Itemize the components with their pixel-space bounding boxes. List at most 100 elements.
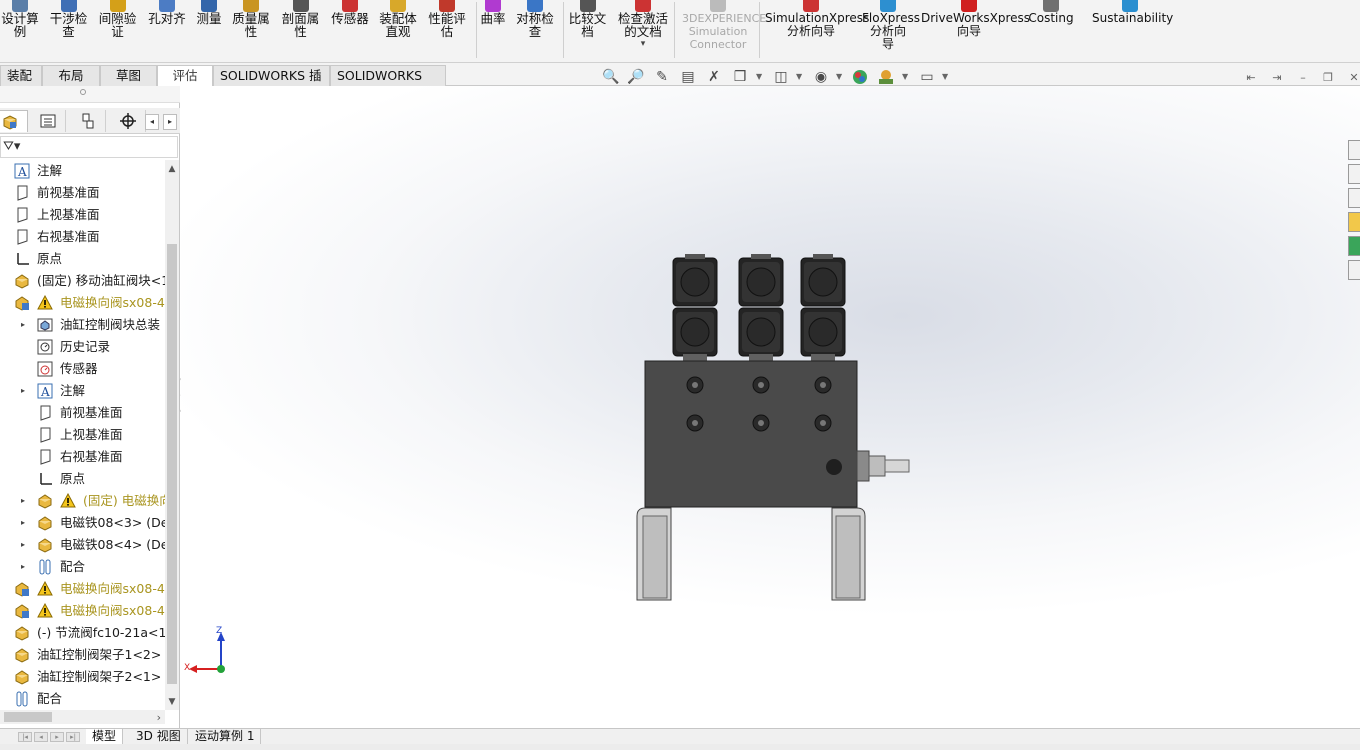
expand-arrow-icon[interactable]: ▸ <box>21 556 29 578</box>
scroll-right-icon[interactable]: › <box>157 711 161 724</box>
hide-show-dropdown-icon[interactable]: ▼ <box>836 72 842 81</box>
scroll-up-icon[interactable]: ▲ <box>167 164 177 174</box>
tree-node[interactable]: 电磁换向阀sx08-47 <box>0 292 165 314</box>
tree-node[interactable]: 右视基准面 <box>0 226 165 248</box>
tree-node[interactable]: 前视基准面 <box>0 402 165 424</box>
compare-button[interactable]: 比较文 档 <box>565 0 610 62</box>
tab-sketch[interactable]: 草图 <box>100 65 157 86</box>
view-orientation-dropdown-icon[interactable]: ▼ <box>756 72 762 81</box>
filter-icon[interactable]: ⛛▾ <box>3 139 20 154</box>
assembly-model[interactable] <box>181 86 1360 728</box>
tree-node[interactable]: 配合 <box>0 688 165 710</box>
sensor-button[interactable]: 传感器 <box>327 0 373 62</box>
tab-solidworks-addins[interactable]: SOLIDWORKS 插件 <box>213 65 330 103</box>
mounting-brackets[interactable] <box>636 507 866 601</box>
check-active-dropdown-icon[interactable]: ▾ <box>614 38 672 51</box>
apply-scene-dropdown-icon[interactable]: ▼ <box>902 72 908 81</box>
symmetry-button[interactable]: 对称检 查 <box>513 0 557 62</box>
window-restore-icon[interactable]: ❐ <box>1322 72 1334 84</box>
expand-arrow-icon[interactable]: ▸ <box>21 314 29 336</box>
asm-visual-button[interactable]: 装配体 直观 <box>376 0 420 62</box>
next-tab-icon[interactable]: ▸ <box>50 732 64 742</box>
expand-arrow-icon[interactable]: ▸ <box>21 490 29 512</box>
tree-node[interactable]: 历史记录 <box>0 336 165 358</box>
tab-assembly[interactable]: 装配体 <box>0 65 42 103</box>
floxpress-button[interactable]: FloXpress 分析向 导 <box>862 0 920 62</box>
measure-button[interactable]: 测量 <box>193 0 225 62</box>
mass-props-button[interactable]: 质量属 性 <box>228 0 274 62</box>
section-props-button[interactable]: 剖面属 性 <box>278 0 323 62</box>
window-close-icon[interactable]: ✕ <box>1348 72 1360 84</box>
costing-button[interactable]: Costing <box>1027 0 1075 62</box>
tree-node[interactable]: ▸ 油缸控制阀块总装 中 <box>0 314 165 336</box>
property-manager-icon[interactable] <box>30 110 66 132</box>
task-pane-resources-icon[interactable] <box>1348 164 1360 184</box>
solenoid-coils[interactable] <box>672 254 846 362</box>
scroll-down-icon[interactable]: ▼ <box>167 697 177 707</box>
task-pane-appearances-icon[interactable] <box>1348 236 1360 256</box>
section-view-icon[interactable]: ▤ <box>679 68 697 86</box>
tree-node[interactable]: ▸ 电磁铁08<4> (Def <box>0 534 165 556</box>
tree-node[interactable]: 原点 <box>0 468 165 490</box>
window-tile-right-icon[interactable]: ⇥ <box>1271 72 1283 84</box>
zoom-to-fit-icon[interactable]: 🔍 <box>602 68 620 86</box>
tree-node[interactable]: ▸ A 注解 <box>0 380 165 402</box>
tree-node[interactable]: ▸ 电磁铁08<3> (Def <box>0 512 165 534</box>
tab-evaluate[interactable]: 评估 <box>157 65 213 86</box>
throttle-valve-fitting[interactable] <box>856 450 910 482</box>
perf-eval-button[interactable]: 性能评 估 <box>425 0 469 62</box>
tab-model[interactable]: 模型 <box>86 729 124 745</box>
last-tab-icon[interactable]: ▸| <box>66 732 80 742</box>
clearance-button[interactable]: 间隙验 证 <box>95 0 140 62</box>
task-pane-custom-properties-icon[interactable] <box>1348 260 1360 280</box>
tree-horizontal-scrollbar[interactable]: › <box>0 710 165 724</box>
view-settings-dropdown-icon[interactable]: ▼ <box>942 72 948 81</box>
tree-node[interactable]: 电磁换向阀sx08-47 <box>0 578 165 600</box>
tab-motion-study[interactable]: 运动算例 1 <box>189 729 262 745</box>
previous-view-icon[interactable]: ✎ <box>653 68 671 86</box>
prev-tab-icon[interactable]: ◂ <box>34 732 48 742</box>
tree-node[interactable]: 右视基准面 <box>0 446 165 468</box>
first-tab-icon[interactable]: |◂ <box>18 732 32 742</box>
display-style-icon[interactable]: ◫ <box>772 68 790 86</box>
task-pane-library-icon[interactable] <box>1348 188 1360 208</box>
graphics-area[interactable]: Z X <box>181 86 1360 728</box>
tabs-scroll-left-icon[interactable]: ◂ <box>145 114 159 130</box>
check-active-button[interactable]: 检查激活 的文档 ▾ <box>614 0 672 62</box>
window-tile-left-icon[interactable]: ⇤ <box>1245 72 1257 84</box>
tree-node[interactable]: (-) 节流阀fc10-21a<1> <box>0 622 165 644</box>
window-minimize-icon[interactable]: – <box>1297 72 1309 84</box>
hole-align-button[interactable]: 孔对齐 <box>144 0 190 62</box>
3dx-button[interactable]: 3DEXPERIENCE Simulation Connector <box>682 0 766 62</box>
valve-block[interactable] <box>644 360 858 508</box>
task-pane-home-icon[interactable] <box>1348 140 1360 160</box>
dynamic-annotation-icon[interactable]: ✗ <box>705 68 723 86</box>
tree-node[interactable]: ▸ (固定) 电磁换向 <box>0 490 165 512</box>
tree-node[interactable]: 前视基准面 <box>0 182 165 204</box>
tree-node[interactable]: 油缸控制阀架子1<2> (I <box>0 644 165 666</box>
tree-vertical-scrollbar[interactable]: ▲ ▼ <box>165 160 179 710</box>
hide-show-items-icon[interactable]: ◉ <box>812 68 830 86</box>
panel-grip[interactable] <box>0 86 180 103</box>
tree-node[interactable]: (固定) 移动油缸阀块<1> <box>0 270 165 292</box>
apply-scene-icon[interactable] <box>877 68 895 86</box>
tree-node[interactable]: 传感器 <box>0 358 165 380</box>
display-style-dropdown-icon[interactable]: ▼ <box>796 72 802 81</box>
zoom-area-icon[interactable]: 🔎 <box>627 68 645 86</box>
tree-filter[interactable]: ⛛▾ <box>0 136 178 158</box>
expand-arrow-icon[interactable]: ▸ <box>21 380 29 402</box>
view-settings-icon[interactable]: ▭ <box>918 68 936 86</box>
interference-button[interactable]: 干涉检 查 <box>46 0 91 62</box>
tree-node[interactable]: 上视基准面 <box>0 204 165 226</box>
tab-layout[interactable]: 布局 <box>42 65 100 86</box>
expand-arrow-icon[interactable]: ▸ <box>21 512 29 534</box>
tab-3d-views[interactable]: 3D 视图 <box>130 729 188 745</box>
sustainability-button[interactable]: Sustainability <box>1092 0 1173 62</box>
expand-arrow-icon[interactable]: ▸ <box>21 534 29 556</box>
tab-solidworks-mbd[interactable]: SOLIDWORKS MBD <box>330 65 446 103</box>
tree-node[interactable]: 电磁换向阀sx08-47 <box>0 600 165 622</box>
tabs-scroll-right-icon[interactable]: ▸ <box>163 114 177 130</box>
task-pane-file-explorer-icon[interactable] <box>1348 212 1360 232</box>
dimxpert-icon[interactable] <box>110 110 146 132</box>
view-orientation-icon[interactable]: ❒ <box>731 68 749 86</box>
